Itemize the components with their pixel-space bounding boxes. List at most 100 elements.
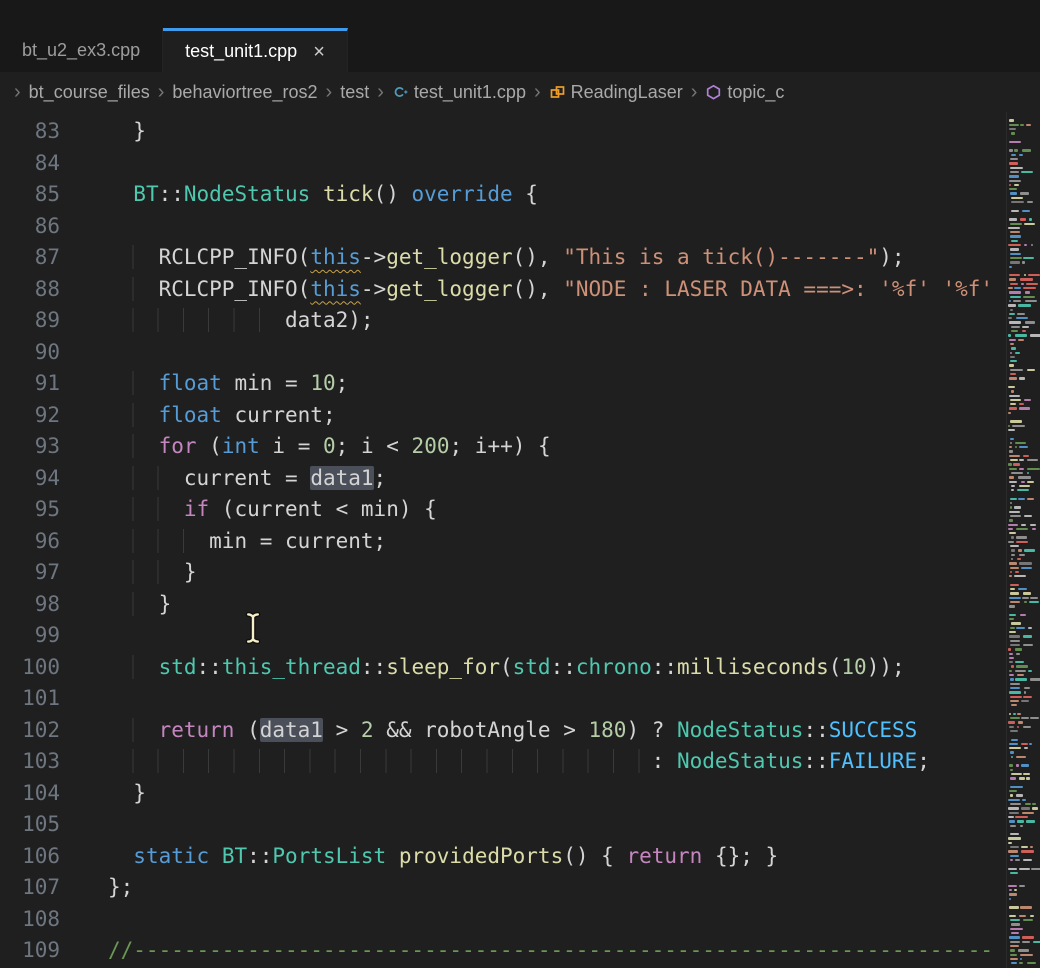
code-line-content[interactable] — [108, 337, 1040, 369]
code-line-content[interactable]: for (int i = 0; i < 200; i++) { — [108, 431, 1040, 463]
code-line-84[interactable]: 84 — [0, 148, 1040, 180]
code-line-content[interactable]: data2); — [108, 305, 1040, 337]
line-number[interactable]: 93 — [0, 431, 108, 463]
code-line-content[interactable]: float min = 10; — [108, 368, 1040, 400]
code-line-content[interactable]: current = data1; — [108, 463, 1040, 495]
code-line-89[interactable]: 89 data2); — [0, 305, 1040, 337]
line-number[interactable]: 108 — [0, 904, 108, 936]
minimap-line — [1019, 562, 1032, 564]
chevron-right-icon: › — [534, 81, 541, 104]
minimap-line — [1010, 253, 1021, 255]
code-line-109[interactable]: 109//-----------------------------------… — [0, 935, 1040, 967]
code-line-108[interactable]: 108 — [0, 904, 1040, 936]
code-line-105[interactable]: 105 — [0, 809, 1040, 841]
code-line-content[interactable]: return (data1 > 2 && robotAngle > 180) ?… — [108, 715, 1040, 747]
code-line-106[interactable]: 106 static BT::PortsList providedPorts()… — [0, 841, 1040, 873]
code-line-content[interactable]: RCLCPP_INFO(this->get_logger(), "NODE : … — [108, 274, 1040, 306]
code-line-content[interactable]: RCLCPP_INFO(this->get_logger(), "This is… — [108, 242, 1040, 274]
code-line-103[interactable]: 103 : NodeStatus::FAILURE; — [0, 746, 1040, 778]
line-number[interactable]: 97 — [0, 557, 108, 589]
code-line-content[interactable]: } — [108, 778, 1040, 810]
line-number[interactable]: 88 — [0, 274, 108, 306]
line-number[interactable]: 89 — [0, 305, 108, 337]
breadcrumb-item-behaviortree-ros2[interactable]: behaviortree_ros2 — [172, 82, 317, 103]
code-line-content[interactable]: } — [108, 557, 1040, 589]
line-number[interactable]: 104 — [0, 778, 108, 810]
code-line-content[interactable] — [108, 904, 1040, 936]
code-line-content[interactable] — [108, 211, 1040, 243]
code-line-94[interactable]: 94 current = data1; — [0, 463, 1040, 495]
code-line-92[interactable]: 92 float current; — [0, 400, 1040, 432]
line-number[interactable]: 109 — [0, 935, 108, 967]
line-number[interactable]: 87 — [0, 242, 108, 274]
tab-test-unit1-cpp[interactable]: test_unit1.cpp × — [163, 28, 348, 72]
code-line-96[interactable]: 96 min = current; — [0, 526, 1040, 558]
code-line-content[interactable]: : NodeStatus::FAILURE; — [108, 746, 1040, 778]
code-line-content[interactable] — [108, 620, 1040, 652]
code-line-content[interactable]: //--------------------------------------… — [108, 935, 1040, 967]
line-number[interactable]: 95 — [0, 494, 108, 526]
minimap-line — [1017, 726, 1020, 728]
code-line-content[interactable]: float current; — [108, 400, 1040, 432]
minimap-line — [1022, 330, 1026, 332]
breadcrumb-item-test-unit1-cpp[interactable]: test_unit1.cpp — [392, 82, 526, 103]
line-number[interactable]: 103 — [0, 746, 108, 778]
code-line-content[interactable]: } — [108, 116, 1040, 148]
code-line-97[interactable]: 97 } — [0, 557, 1040, 589]
tab-bt-u2-ex3-cpp[interactable]: bt_u2_ex3.cpp — [0, 28, 163, 72]
code-line-107[interactable]: 107}; — [0, 872, 1040, 904]
code-line-content[interactable]: }; — [108, 872, 1040, 904]
code-line-content[interactable]: BT::NodeStatus tick() override { — [108, 179, 1040, 211]
code-line-101[interactable]: 101 — [0, 683, 1040, 715]
line-number[interactable]: 106 — [0, 841, 108, 873]
line-number[interactable]: 101 — [0, 683, 108, 715]
breadcrumb-item-bt-course-files[interactable]: bt_course_files — [29, 82, 150, 103]
minimap[interactable] — [1006, 112, 1040, 968]
code-line-content[interactable]: } — [108, 589, 1040, 621]
line-number[interactable]: 98 — [0, 589, 108, 621]
line-number[interactable]: 100 — [0, 652, 108, 684]
minimap-line — [1032, 807, 1038, 809]
code-editor[interactable]: 83 }8485 BT::NodeStatus tick() override … — [0, 112, 1040, 968]
code-line-99[interactable]: 99 — [0, 620, 1040, 652]
code-line-content[interactable]: if (current < min) { — [108, 494, 1040, 526]
breadcrumb-item-readinglaser[interactable]: ReadingLaser — [549, 82, 683, 103]
code-line-content[interactable] — [108, 683, 1040, 715]
code-line-86[interactable]: 86 — [0, 211, 1040, 243]
code-line-content[interactable]: min = current; — [108, 526, 1040, 558]
code-line-91[interactable]: 91 float min = 10; — [0, 368, 1040, 400]
line-number[interactable]: 84 — [0, 148, 108, 180]
code-line-90[interactable]: 90 — [0, 337, 1040, 369]
code-line-88[interactable]: 88 RCLCPP_INFO(this->get_logger(), "NODE… — [0, 274, 1040, 306]
breadcrumb-item-topic-c[interactable]: topic_c — [705, 82, 784, 103]
code-line-100[interactable]: 100 std::this_thread::sleep_for(std::chr… — [0, 652, 1040, 684]
code-line-content[interactable]: std::this_thread::sleep_for(std::chrono:… — [108, 652, 1040, 684]
line-number[interactable]: 90 — [0, 337, 108, 369]
code-line-93[interactable]: 93 for (int i = 0; i < 200; i++) { — [0, 431, 1040, 463]
code-line-102[interactable]: 102 return (data1 > 2 && robotAngle > 18… — [0, 715, 1040, 747]
code-line-content[interactable]: static BT::PortsList providedPorts() { r… — [108, 841, 1040, 873]
code-line-95[interactable]: 95 if (current < min) { — [0, 494, 1040, 526]
code-line-85[interactable]: 85 BT::NodeStatus tick() override { — [0, 179, 1040, 211]
code-line-content[interactable] — [108, 809, 1040, 841]
line-number[interactable]: 99 — [0, 620, 108, 652]
line-number[interactable]: 85 — [0, 179, 108, 211]
code-line-87[interactable]: 87 RCLCPP_INFO(this->get_logger(), "This… — [0, 242, 1040, 274]
minimap-line — [1009, 300, 1011, 302]
line-number[interactable]: 96 — [0, 526, 108, 558]
close-tab-icon[interactable]: × — [313, 42, 325, 62]
line-number[interactable]: 83 — [0, 116, 108, 148]
line-number[interactable]: 91 — [0, 368, 108, 400]
line-number[interactable]: 105 — [0, 809, 108, 841]
code-line-98[interactable]: 98 } — [0, 589, 1040, 621]
line-number[interactable]: 107 — [0, 872, 108, 904]
code-line-content[interactable] — [108, 148, 1040, 180]
line-number[interactable]: 102 — [0, 715, 108, 747]
code-line-83[interactable]: 83 } — [0, 116, 1040, 148]
code-line-104[interactable]: 104 } — [0, 778, 1040, 810]
breadcrumb-item-test[interactable]: test — [340, 82, 369, 103]
line-number[interactable]: 86 — [0, 211, 108, 243]
line-number[interactable]: 92 — [0, 400, 108, 432]
line-number[interactable]: 94 — [0, 463, 108, 495]
minimap-line — [1008, 334, 1011, 336]
